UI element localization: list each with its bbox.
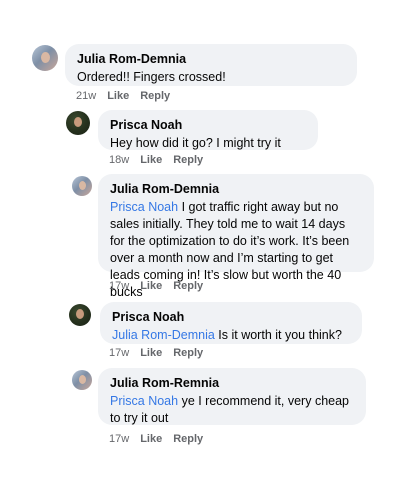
comment-timestamp[interactable]: 17w	[109, 432, 129, 446]
comment-actions: 21w Like Reply	[76, 89, 170, 103]
comment-bubble: Prisca Noah Hey how did it go? I might t…	[98, 110, 318, 150]
comment-text: Ordered!! Fingers crossed!	[77, 70, 226, 84]
like-button[interactable]: Like	[140, 346, 162, 360]
comment-actions: 17w Like Reply	[109, 432, 203, 446]
like-button[interactable]: Like	[140, 432, 162, 446]
comment-author[interactable]: Julia Rom-Demnia	[77, 51, 345, 67]
avatar[interactable]	[32, 45, 58, 71]
comment-timestamp[interactable]: 21w	[76, 89, 96, 103]
comment-actions: 17w Like Reply	[109, 346, 203, 360]
comment-bubble: Julia Rom-Demnia Prisca Noah I got traff…	[98, 174, 374, 299]
comment-bubble: Prisca Noah Julia Rom-Demnia Is it worth…	[100, 302, 362, 344]
like-button[interactable]: Like	[140, 153, 162, 167]
comment-text: Prisca Noah ye I recommend it, very chea…	[110, 394, 349, 425]
comment-timestamp[interactable]: 17w	[109, 279, 129, 293]
reply-button[interactable]: Reply	[173, 346, 203, 360]
comment-author[interactable]: Julia Rom-Demnia	[110, 181, 362, 197]
comment-bubble: Julia Rom-Demnia Ordered!! Fingers cross…	[65, 44, 357, 86]
comment-text: Hey how did it go? I might try it	[110, 136, 281, 150]
mention-link[interactable]: Prisca Noah	[110, 394, 178, 408]
comment-author[interactable]: Prisca Noah	[110, 117, 306, 133]
comment-actions: 17w Like Reply	[109, 279, 203, 293]
comment-timestamp[interactable]: 17w	[109, 346, 129, 360]
like-button[interactable]: Like	[107, 89, 129, 103]
comment-text: Julia Rom-Demnia Is it worth it you thin…	[112, 328, 342, 342]
avatar[interactable]	[72, 176, 92, 196]
reply-button[interactable]: Reply	[140, 89, 170, 103]
comment-timestamp[interactable]: 18w	[109, 153, 129, 167]
like-button[interactable]: Like	[140, 279, 162, 293]
comment-actions: 18w Like Reply	[109, 153, 203, 167]
reply-button[interactable]: Reply	[173, 432, 203, 446]
avatar[interactable]	[72, 370, 92, 390]
reply-button[interactable]: Reply	[173, 279, 203, 293]
reply-button[interactable]: Reply	[173, 153, 203, 167]
comment-bubble: Julia Rom-Remnia Prisca Noah ye I recomm…	[98, 368, 366, 425]
mention-link[interactable]: Julia Rom-Demnia	[112, 328, 215, 342]
comment-author[interactable]: Prisca Noah	[112, 309, 350, 325]
comment-author[interactable]: Julia Rom-Remnia	[110, 375, 354, 391]
avatar[interactable]	[69, 304, 91, 326]
avatar[interactable]	[66, 111, 90, 135]
mention-link[interactable]: Prisca Noah	[110, 200, 178, 214]
